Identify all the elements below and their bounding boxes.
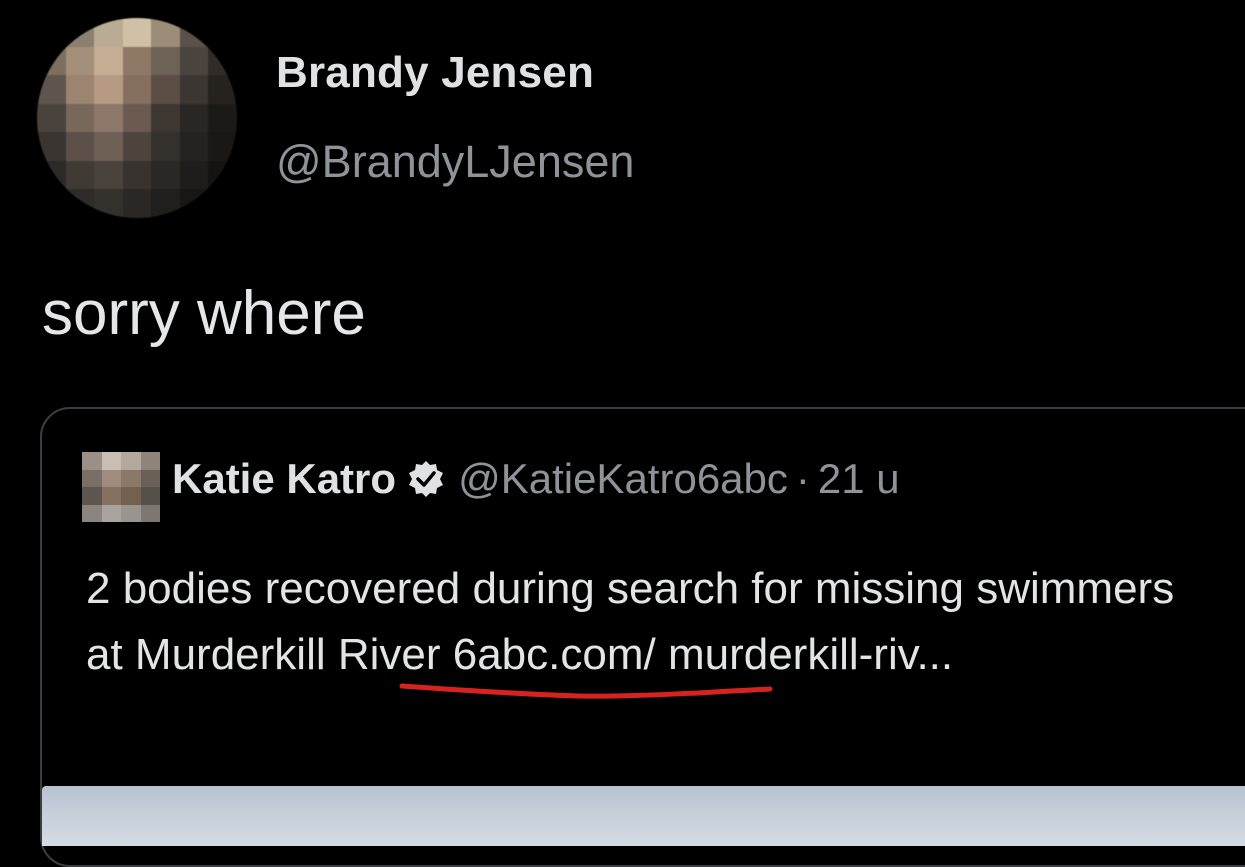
avatar-pixel: [121, 469, 141, 487]
avatar-pixel: [151, 18, 180, 47]
body-link-text[interactable]: 6abc.com/ murderkill-riv...: [441, 630, 953, 679]
avatar-pixel: [179, 46, 209, 76]
avatar-pixel: [151, 160, 180, 190]
avatar-pixel: [208, 189, 237, 218]
quoted-tweet-time[interactable]: 21 u: [818, 455, 900, 503]
quoted-tweet-media-preview[interactable]: [42, 786, 1245, 846]
avatar-pixel: [140, 504, 160, 522]
avatar-pixel: [122, 46, 152, 76]
avatar-pixel: [94, 75, 123, 104]
avatar-pixel: [121, 504, 141, 522]
avatar-pixel: [208, 75, 237, 104]
avatar-pixel: [122, 189, 152, 218]
avatar-pixel: [94, 103, 123, 133]
avatar-pixel: [37, 75, 66, 104]
avatar-pixel: [179, 189, 209, 218]
avatar-pixel: [65, 189, 95, 218]
author-name[interactable]: Brandy Jensen: [276, 48, 594, 98]
avatar-pixel: [151, 103, 180, 133]
avatar-pixel: [37, 160, 66, 190]
avatar-pixel: [65, 103, 95, 133]
verified-badge-icon: [406, 459, 446, 499]
avatar-pixel: [37, 46, 66, 76]
avatar-pixel: [140, 452, 160, 470]
avatar-pixel: [140, 469, 160, 487]
avatar-pixel: [37, 132, 66, 161]
avatar-pixel: [208, 46, 237, 76]
avatar-pixel: [94, 189, 123, 218]
avatar-pixel: [82, 487, 102, 505]
avatar-pixel: [122, 75, 152, 104]
avatar-pixel: [208, 132, 237, 161]
author-avatar[interactable]: [37, 18, 237, 218]
avatar-pixel: [65, 132, 95, 161]
avatar-pixel: [94, 46, 123, 76]
avatar-pixel: [101, 487, 121, 505]
avatar-pixel: [94, 18, 123, 47]
avatar-pixel: [151, 189, 180, 218]
avatar-pixel: [179, 132, 209, 161]
quoted-author-name[interactable]: Katie Katro: [172, 455, 396, 503]
avatar-pixel: [179, 160, 209, 190]
highlighted-place-name: Murderkill River: [134, 630, 441, 679]
avatar-pixel: [179, 103, 209, 133]
avatar-pixel: [37, 103, 66, 133]
avatar-pixel: [122, 160, 152, 190]
avatar-pixel: [121, 487, 141, 505]
avatar-pixel: [82, 504, 102, 522]
author-handle[interactable]: @BrandyLJensen: [276, 136, 634, 188]
avatar-pixel: [179, 75, 209, 104]
tweet-text: sorry where: [42, 279, 366, 348]
quoted-author-avatar[interactable]: [82, 452, 160, 522]
avatar-pixel: [94, 132, 123, 161]
quoted-tweet-body: 2 bodies recovered during search for mis…: [86, 556, 1206, 688]
avatar-pixel: [37, 189, 66, 218]
avatar-pixel: [65, 75, 95, 104]
avatar-pixel: [82, 469, 102, 487]
avatar-pixel: [121, 452, 141, 470]
avatar-pixel: [208, 18, 237, 47]
header-separator: ·: [795, 455, 810, 502]
avatar-pixel: [65, 18, 95, 47]
avatar-pixel: [37, 18, 66, 47]
avatar-pixel: [122, 18, 152, 47]
red-underline-annotation: [399, 683, 773, 699]
quoted-author-handle[interactable]: @KatieKatro6abc: [458, 455, 788, 503]
avatar-pixel: [151, 75, 180, 104]
avatar-pixel: [140, 487, 160, 505]
avatar-pixel: [122, 103, 152, 133]
avatar-pixel: [82, 452, 102, 470]
avatar-pixel: [179, 18, 209, 47]
avatar-pixel: [101, 452, 121, 470]
avatar-pixel: [208, 103, 237, 133]
avatar-pixel: [65, 160, 95, 190]
avatar-pixel: [122, 132, 152, 161]
avatar-pixel: [101, 469, 121, 487]
quoted-tweet-header: Katie Katro @KatieKatro6abc · 21 u: [172, 455, 900, 503]
avatar-pixel: [94, 160, 123, 190]
avatar-pixel: [65, 46, 95, 76]
avatar-pixel: [151, 132, 180, 161]
avatar-pixel: [208, 160, 237, 190]
avatar-pixel: [151, 46, 180, 76]
avatar-pixel: [101, 504, 121, 522]
